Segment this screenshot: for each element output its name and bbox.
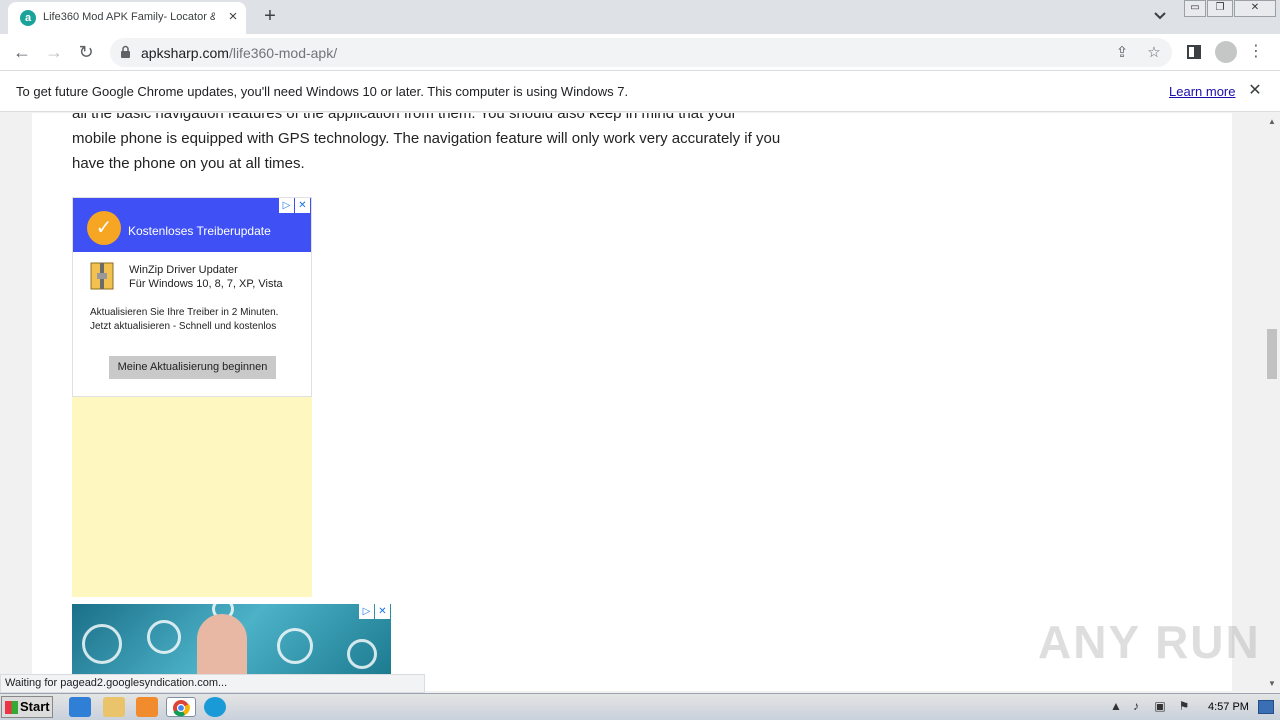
decor-ring xyxy=(347,639,377,669)
system-tray: ▲ ♪ ▣ ⚑ xyxy=(1105,694,1280,720)
new-tab-icon[interactable]: + xyxy=(258,5,282,29)
window-close-button[interactable]: ✕ xyxy=(1234,0,1276,17)
lock-icon xyxy=(121,45,130,58)
network-icon[interactable]: ▣ xyxy=(1152,698,1168,714)
infobar-close-icon[interactable]: ✕ xyxy=(1246,82,1264,100)
hand-image xyxy=(197,614,247,674)
advertisement-driver-updater[interactable]: ✓ Kostenloses Treiberupdate ▷ ✕ WinZip D… xyxy=(72,197,312,397)
loading-status: Waiting for pagead2.googlesyndication.co… xyxy=(0,674,425,693)
article-content: all the basic navigation features of the… xyxy=(32,113,1232,691)
ad-body: Aktualisieren Sie Ihre Treiber in 2 Minu… xyxy=(90,306,278,334)
page-scrollbar[interactable]: ▲ ▼ xyxy=(1264,113,1280,691)
anyrun-watermark: ANY RUN xyxy=(1038,616,1261,668)
restore-button[interactable]: ❐ xyxy=(1207,0,1233,17)
ad-close-icon[interactable]: ✕ xyxy=(295,198,310,213)
address-bar[interactable]: apksharp.com/life360-mod-apk/ ⇪ ☆ xyxy=(110,38,1172,67)
ad-placeholder xyxy=(72,397,312,597)
browser-tab[interactable]: a Life360 Mod APK Family- Locator & GPS … xyxy=(8,2,246,34)
adchoices-icon[interactable]: ▷ xyxy=(359,604,374,619)
tab-title: Life360 Mod APK Family- Locator & GPS Tr… xyxy=(43,11,215,23)
ad-product-title: WinZip Driver Updater xyxy=(129,264,238,276)
forward-arrow-icon[interactable]: → xyxy=(42,40,66,64)
chrome-taskbar-icon[interactable] xyxy=(166,697,196,717)
internet-explorer-icon[interactable] xyxy=(69,697,91,717)
url-path: /life360-mod-apk/ xyxy=(228,45,338,61)
tab-search-chevron-icon[interactable] xyxy=(1150,8,1170,24)
update-infobar: To get future Google Chrome updates, you… xyxy=(0,71,1280,112)
show-hidden-icons-icon[interactable]: ▲ xyxy=(1108,698,1124,714)
tab-close-icon[interactable]: × xyxy=(224,8,242,26)
bookmark-star-icon[interactable]: ☆ xyxy=(1144,43,1164,63)
ad-body-line: Jetzt aktualisieren - Schnell und kosten… xyxy=(90,321,277,332)
side-panel-icon[interactable] xyxy=(1183,41,1205,63)
paragraph-line: mobile phone is equipped with GPS techno… xyxy=(72,130,781,147)
decor-ring xyxy=(82,624,122,664)
ad-header: ✓ Kostenloses Treiberupdate xyxy=(73,198,311,252)
minimize-button[interactable]: ▭ xyxy=(1184,0,1206,17)
url-text: apksharp.com/life360-mod-apk/ xyxy=(141,45,337,61)
scroll-up-icon[interactable]: ▲ xyxy=(1264,115,1280,129)
action-center-flag-icon[interactable]: ⚑ xyxy=(1176,698,1192,714)
tab-strip: a Life360 Mod APK Family- Locator & GPS … xyxy=(0,0,1280,34)
ad-product-subtitle: Für Windows 10, 8, 7, XP, Vista xyxy=(129,278,283,290)
media-player-icon[interactable] xyxy=(136,697,158,717)
page-viewport: all the basic navigation features of the… xyxy=(0,113,1264,691)
advertisement-image-banner[interactable]: ▷ ✕ xyxy=(72,604,391,674)
decor-ring xyxy=(277,628,313,664)
infobar-message: To get future Google Chrome updates, you… xyxy=(16,84,629,99)
profile-avatar-icon[interactable] xyxy=(1215,41,1237,63)
windows-logo-icon xyxy=(5,701,18,714)
ad-headline: Kostenloses Treiberupdate xyxy=(128,224,271,238)
checkmark-icon: ✓ xyxy=(87,211,121,245)
site-favicon-icon: a xyxy=(20,10,36,26)
ad-body-line: Aktualisieren Sie Ihre Treiber in 2 Minu… xyxy=(90,307,279,318)
article-paragraph: all the basic navigation features of the… xyxy=(72,113,812,176)
file-explorer-icon[interactable] xyxy=(103,697,125,717)
paragraph-line: all the basic navigation features of the… xyxy=(72,113,737,122)
browser-toolbar: ← → ↻ apksharp.com/life360-mod-apk/ ⇪ ☆ … xyxy=(0,34,1280,71)
ad-cta-button[interactable]: Meine Aktualisierung beginnen xyxy=(109,356,276,379)
paragraph-line: have the phone on you at all times. xyxy=(72,155,305,172)
volume-icon[interactable]: ♪ xyxy=(1128,698,1144,714)
show-desktop-icon[interactable] xyxy=(1258,700,1274,714)
url-host: apksharp.com xyxy=(141,45,229,61)
reload-icon[interactable]: ↻ xyxy=(74,40,98,64)
learn-more-link[interactable]: Learn more xyxy=(1169,84,1235,99)
taskbar-clock[interactable]: 4:57 PM xyxy=(1208,701,1249,713)
winzip-logo-icon xyxy=(90,262,114,290)
menu-kebab-icon[interactable]: ⋮ xyxy=(1245,41,1267,63)
adchoices-icon[interactable]: ▷ xyxy=(279,198,294,213)
back-arrow-icon[interactable]: ← xyxy=(10,40,34,64)
scroll-thumb[interactable] xyxy=(1267,329,1277,379)
start-label: Start xyxy=(20,699,50,714)
windows-taskbar: Start ▲ ♪ ▣ ⚑ 4:57 PM xyxy=(0,693,1280,720)
decor-ring xyxy=(147,620,181,654)
scroll-down-icon[interactable]: ▼ xyxy=(1264,677,1280,691)
ad-close-icon[interactable]: ✕ xyxy=(375,604,390,619)
edge-icon[interactable] xyxy=(204,697,226,717)
start-button[interactable]: Start xyxy=(1,696,53,718)
share-icon[interactable]: ⇪ xyxy=(1112,43,1132,63)
